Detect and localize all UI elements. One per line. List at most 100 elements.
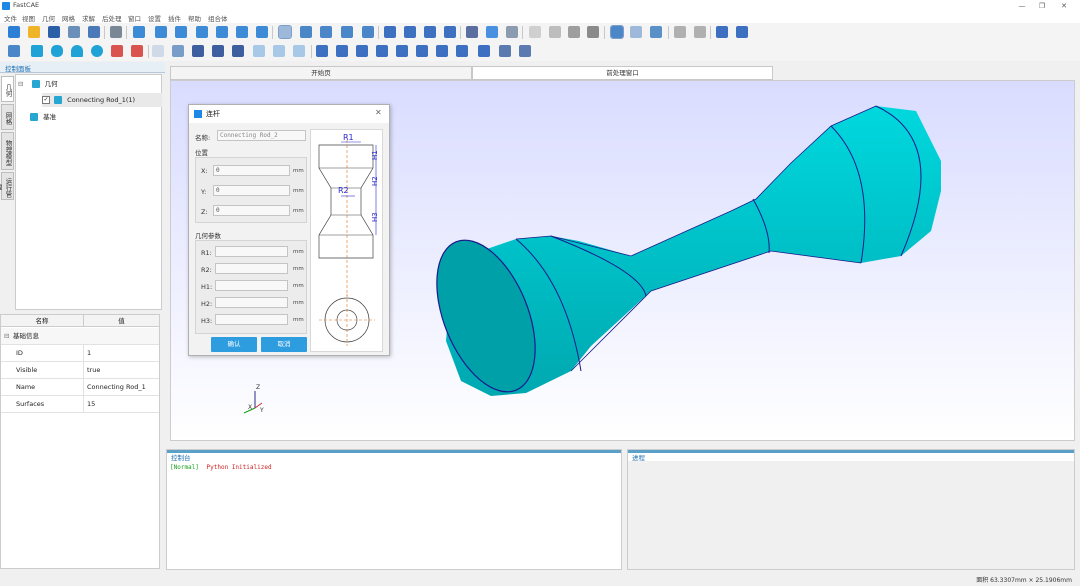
- plane-icon[interactable]: [172, 45, 184, 57]
- pointer-icon[interactable]: [384, 26, 396, 38]
- tree-node-datum[interactable]: 基准: [30, 110, 56, 124]
- h1-field[interactable]: [215, 280, 288, 291]
- view-zminus-icon[interactable]: [256, 26, 268, 38]
- menu-geometry[interactable]: 几何: [42, 13, 55, 23]
- new-file-icon[interactable]: [8, 26, 20, 38]
- boolean-cut-icon[interactable]: [273, 45, 285, 57]
- surface-edge-icon[interactable]: [549, 26, 561, 38]
- measure-icon[interactable]: [499, 45, 511, 57]
- undo-icon[interactable]: [716, 26, 728, 38]
- select-edge-icon[interactable]: [320, 26, 332, 38]
- r2-field[interactable]: [215, 263, 288, 274]
- close-button[interactable]: ✕: [1054, 0, 1074, 12]
- solid-icon[interactable]: [587, 26, 599, 38]
- vtab-run[interactable]: 运行管理: [0, 172, 14, 200]
- tab-start-page[interactable]: 开始页: [170, 66, 472, 80]
- menu-file[interactable]: 文件: [4, 13, 17, 23]
- prop-row-id[interactable]: ID 1: [1, 345, 159, 362]
- view-xminus-icon[interactable]: [175, 26, 187, 38]
- array-icon[interactable]: [376, 45, 388, 57]
- point-display-icon[interactable]: [610, 25, 624, 39]
- cone-icon[interactable]: [71, 45, 83, 57]
- menu-postprocess[interactable]: 后处理: [102, 13, 122, 23]
- prop-row-visible[interactable]: Visible true: [1, 362, 159, 379]
- name-field[interactable]: Connecting Rod_2: [217, 130, 306, 141]
- prop-row-name[interactable]: Name Connecting Rod_1: [1, 379, 159, 396]
- view-yplus-icon[interactable]: [196, 26, 208, 38]
- mesh-view-icon[interactable]: [466, 26, 478, 38]
- r1-field[interactable]: [215, 246, 288, 257]
- maximize-button[interactable]: ❐: [1032, 0, 1052, 12]
- minimize-button[interactable]: —: [1012, 0, 1032, 12]
- select-body-icon[interactable]: [362, 26, 374, 38]
- view-zplus-icon[interactable]: [236, 26, 248, 38]
- open-folder-icon[interactable]: [28, 26, 40, 38]
- line-icon[interactable]: [131, 45, 143, 57]
- part-hide-icon[interactable]: [694, 26, 706, 38]
- split-icon[interactable]: [478, 45, 490, 57]
- point-icon[interactable]: [111, 45, 123, 57]
- pick-node-icon[interactable]: [404, 26, 416, 38]
- mesh-quality-icon[interactable]: [506, 26, 518, 38]
- menu-mesh[interactable]: 网格: [62, 13, 75, 23]
- vtab-mesh[interactable]: 网格: [1, 104, 14, 130]
- boolean-common-icon[interactable]: [293, 45, 305, 57]
- import-icon[interactable]: [88, 26, 100, 38]
- menu-settings[interactable]: 设置: [148, 13, 161, 23]
- vtab-geometry[interactable]: 几何: [1, 76, 14, 102]
- chamfer-icon[interactable]: [192, 45, 204, 57]
- fillet-icon[interactable]: [212, 45, 224, 57]
- select-face-icon[interactable]: [341, 26, 353, 38]
- revolve-icon[interactable]: [416, 45, 428, 57]
- menu-window[interactable]: 窗口: [128, 13, 141, 23]
- mesh-generate-icon[interactable]: [486, 26, 498, 38]
- fit-view-icon[interactable]: [133, 26, 145, 38]
- redo-icon[interactable]: [736, 26, 748, 38]
- menu-assembly[interactable]: 组合体: [208, 13, 228, 23]
- view-xplus-icon[interactable]: [155, 26, 167, 38]
- pick-element-icon[interactable]: [424, 26, 436, 38]
- sphere-icon[interactable]: [91, 45, 103, 57]
- rotate-icon[interactable]: [356, 45, 368, 57]
- curve-display-icon[interactable]: [630, 26, 642, 38]
- cancel-button[interactable]: 取消: [261, 337, 307, 352]
- tree-node-geometry[interactable]: ⊟ 几何: [18, 77, 58, 91]
- x-field[interactable]: 0: [213, 165, 290, 176]
- group-collapse-icon[interactable]: ⊟: [4, 328, 9, 345]
- box-icon[interactable]: [31, 45, 43, 57]
- curve-icon[interactable]: [152, 45, 164, 57]
- menu-plugins[interactable]: 插件: [168, 13, 181, 23]
- vtab-physics[interactable]: 物理模型: [1, 132, 14, 170]
- collapse-icon[interactable]: ⊟: [18, 80, 23, 88]
- sweep-icon[interactable]: [436, 45, 448, 57]
- extrude-icon[interactable]: [396, 45, 408, 57]
- y-field[interactable]: 0: [213, 185, 290, 196]
- tree-node-part[interactable]: ✓ Connecting Rod_1(1): [42, 93, 162, 107]
- prop-row-surfaces[interactable]: Surfaces 15: [1, 396, 159, 413]
- h2-field[interactable]: [215, 297, 288, 308]
- loft-icon[interactable]: [456, 45, 468, 57]
- part-display-icon[interactable]: [674, 26, 686, 38]
- dialog-close-button[interactable]: ✕: [375, 108, 382, 117]
- view-yminus-icon[interactable]: [216, 26, 228, 38]
- variable-fillet-icon[interactable]: [232, 45, 244, 57]
- surface-icon[interactable]: [568, 26, 580, 38]
- tab-preprocess[interactable]: 前处理窗口: [472, 66, 773, 80]
- boolean-union-icon[interactable]: [253, 45, 265, 57]
- z-field[interactable]: 0: [213, 205, 290, 216]
- select-point-icon[interactable]: [300, 26, 312, 38]
- cylinder-icon[interactable]: [51, 45, 63, 57]
- move-icon[interactable]: [336, 45, 348, 57]
- datum-plane-icon[interactable]: [519, 45, 531, 57]
- part-visibility-checkbox[interactable]: ✓: [42, 96, 50, 104]
- select-filter-icon[interactable]: [278, 25, 292, 39]
- mirror-icon[interactable]: [316, 45, 328, 57]
- prop-group-basic[interactable]: ⊟ 基础信息: [1, 328, 159, 345]
- menu-view[interactable]: 视图: [22, 13, 35, 23]
- h3-field[interactable]: [215, 314, 288, 325]
- face-display-icon[interactable]: [650, 26, 662, 38]
- save-icon[interactable]: [48, 26, 60, 38]
- calculator-icon[interactable]: [110, 26, 122, 38]
- menu-solve[interactable]: 求解: [82, 13, 95, 23]
- save-as-icon[interactable]: [68, 26, 80, 38]
